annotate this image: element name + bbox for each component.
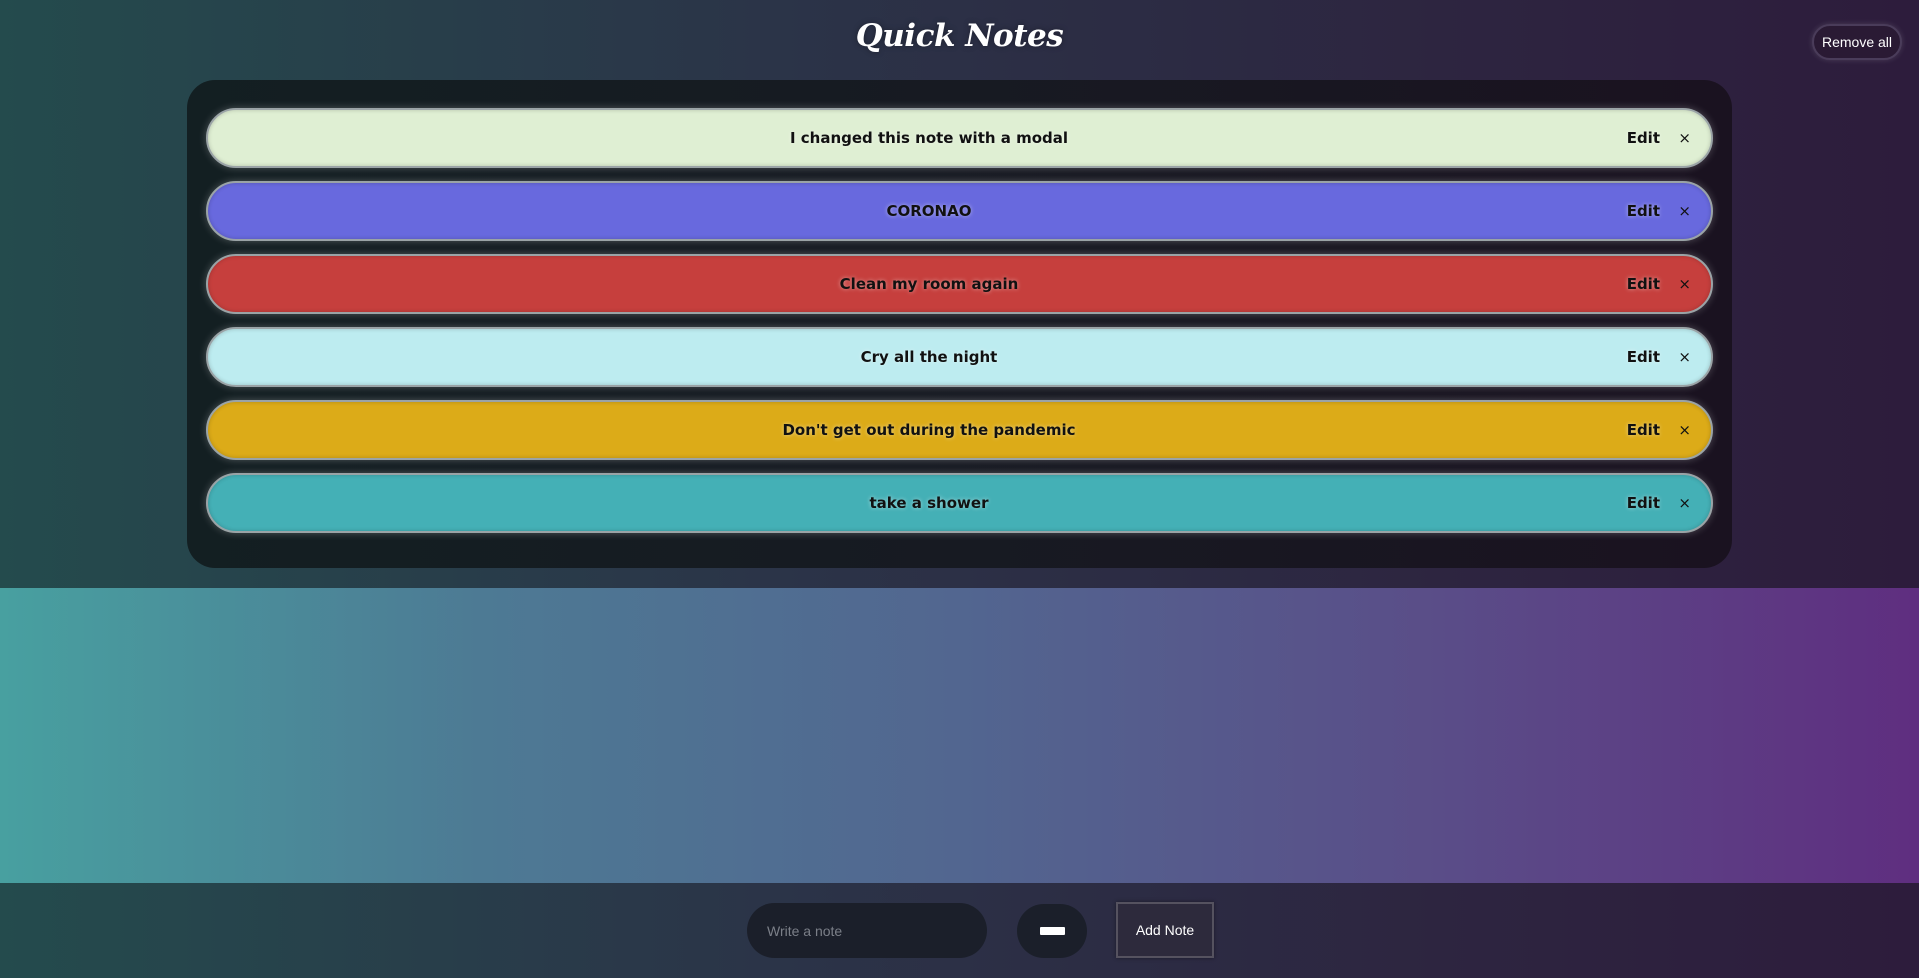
note-text: Don't get out during the pandemic <box>782 421 1076 439</box>
note-input[interactable] <box>747 903 987 958</box>
close-icon[interactable]: × <box>1678 421 1691 439</box>
note-item: CORONAO Edit × <box>206 181 1713 241</box>
note-item: Clean my room again Edit × <box>206 254 1713 314</box>
app-title: Quick Notes <box>855 18 1064 54</box>
remove-all-button[interactable]: Remove all <box>1812 24 1902 60</box>
note-item: Don't get out during the pandemic Edit × <box>206 400 1713 460</box>
edit-button[interactable]: Edit <box>1627 275 1660 293</box>
edit-button[interactable]: Edit <box>1627 202 1660 220</box>
note-item: I changed this note with a modal Edit × <box>206 108 1713 168</box>
color-picker-button[interactable] <box>1017 904 1087 958</box>
close-icon[interactable]: × <box>1678 275 1691 293</box>
note-text: I changed this note with a modal <box>789 129 1069 147</box>
gradient-band <box>0 588 1919 883</box>
edit-button[interactable]: Edit <box>1627 129 1660 147</box>
note-text: take a shower <box>869 494 989 512</box>
note-item: Cry all the night Edit × <box>206 327 1713 387</box>
close-icon[interactable]: × <box>1678 202 1691 220</box>
edit-button[interactable]: Edit <box>1627 348 1660 366</box>
edit-button[interactable]: Edit <box>1627 494 1660 512</box>
close-icon[interactable]: × <box>1678 348 1691 366</box>
color-swatch <box>1040 927 1065 935</box>
note-text: Clean my room again <box>839 275 1019 293</box>
close-icon[interactable]: × <box>1678 129 1691 147</box>
note-item: take a shower Edit × <box>206 473 1713 533</box>
close-icon[interactable]: × <box>1678 494 1691 512</box>
notes-panel: I changed this note with a modal Edit × … <box>187 80 1732 568</box>
add-note-button[interactable]: Add Note <box>1116 902 1214 958</box>
edit-button[interactable]: Edit <box>1627 421 1660 439</box>
note-text: CORONAO <box>886 202 972 220</box>
note-text: Cry all the night <box>860 348 998 366</box>
